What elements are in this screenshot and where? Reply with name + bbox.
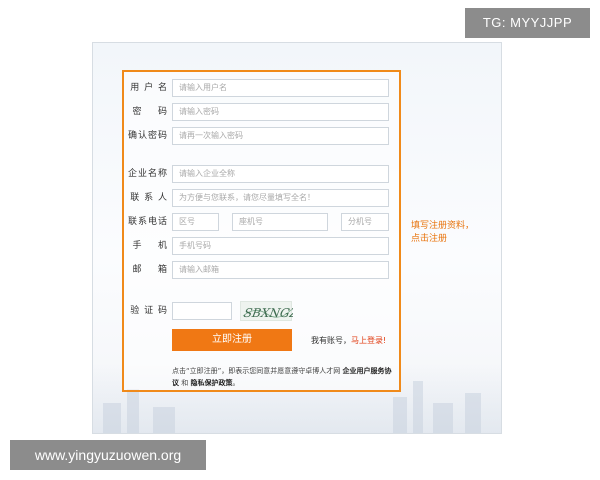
phone-ext-input[interactable]: 分机号 xyxy=(341,213,389,231)
captcha-label: 验 证 码 xyxy=(130,306,168,316)
agreement-prefix: 点击“立即注册”，即表示您同意并愿意遵守卓博人才网 xyxy=(172,367,341,375)
phone-number-input[interactable]: 座机号 xyxy=(232,213,328,231)
contact-label: 联 系 人 xyxy=(130,193,168,203)
agreement-suffix: 。 xyxy=(232,379,240,387)
company-label: 企业名称 xyxy=(128,169,169,179)
side-note: 填写注册资料， 点击注册 xyxy=(411,220,491,246)
agreement-and: 和 xyxy=(179,379,191,387)
captcha-text: SBXNGZ xyxy=(243,306,293,320)
login-link[interactable]: 马上登录 xyxy=(351,336,383,345)
password-input[interactable]: 请输入密码 xyxy=(172,103,389,121)
password-label: 密 码 xyxy=(132,107,168,117)
side-note-line1: 填写注册资料， xyxy=(411,221,475,231)
tg-badge: TG: MYYJJPP xyxy=(465,8,590,38)
phone-area-input[interactable]: 区号 xyxy=(172,213,219,231)
email-input[interactable]: 请输入邮箱 xyxy=(172,261,389,279)
mobile-label: 手 机 xyxy=(132,241,168,251)
side-note-line2: 点击注册 xyxy=(411,234,448,244)
company-input[interactable]: 请输入企业全称 xyxy=(172,165,389,183)
username-input[interactable]: 请输入用户名 xyxy=(172,79,389,97)
mobile-input[interactable]: 手机号码 xyxy=(172,237,389,255)
has-account-prompt: 我有账号，马上登录! xyxy=(311,335,386,346)
email-label: 邮 箱 xyxy=(132,265,168,275)
captcha-image[interactable]: SBXNGZ xyxy=(240,301,293,321)
contact-input[interactable]: 为方便与您联系，请您尽量填写全名！ xyxy=(172,189,389,207)
confirm-password-label: 确认密码 xyxy=(128,131,169,141)
site-watermark: www.yingyuzuowen.org xyxy=(10,440,206,470)
login-suffix: ! xyxy=(383,336,387,345)
captcha-input[interactable] xyxy=(172,302,232,320)
username-label: 用 户 名 xyxy=(130,83,168,93)
privacy-policy-link[interactable]: 隐私保护政策 xyxy=(190,379,232,387)
confirm-password-input[interactable]: 请再一次输入密码 xyxy=(172,127,389,145)
phone-label: 联系电话 xyxy=(128,217,169,227)
agreement-text: 点击“立即注册”，即表示您同意并愿意遵守卓博人才网 企业用户服务协议 和 隐私保… xyxy=(172,365,397,389)
register-button[interactable]: 立即注册 xyxy=(172,329,292,351)
has-account-text: 我有账号， xyxy=(311,336,351,345)
